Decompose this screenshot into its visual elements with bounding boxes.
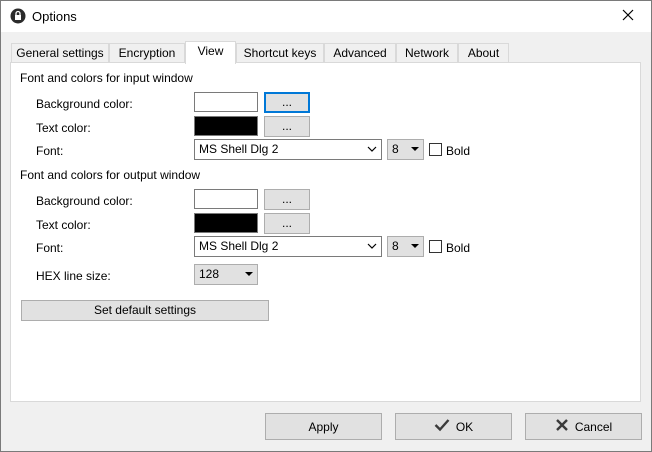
output-bold-checkbox[interactable] bbox=[429, 240, 442, 253]
hex-line-size-value: 128 bbox=[199, 267, 220, 281]
apply-label: Apply bbox=[308, 419, 339, 434]
tab-shortcut-keys[interactable]: Shortcut keys bbox=[236, 43, 324, 62]
output-text-color-swatch bbox=[194, 213, 258, 233]
ok-button[interactable]: OK bbox=[395, 413, 512, 440]
output-background-label: Background color: bbox=[36, 194, 133, 208]
cancel-x-icon bbox=[555, 418, 569, 435]
tab-general-settings[interactable]: General settings bbox=[11, 43, 109, 62]
apply-button[interactable]: Apply bbox=[265, 413, 382, 440]
output-font-select[interactable]: MS Shell Dlg 2 bbox=[194, 236, 382, 257]
input-window-section-title: Font and colors for input window bbox=[20, 71, 193, 85]
cancel-label: Cancel bbox=[574, 419, 613, 434]
input-font-size-select[interactable]: 8 bbox=[387, 139, 424, 160]
input-font-size-value: 8 bbox=[392, 142, 399, 156]
input-text-color-browse-button[interactable]: ... bbox=[264, 116, 310, 137]
lock-app-icon bbox=[10, 8, 26, 24]
output-text-color-label: Text color: bbox=[36, 218, 91, 232]
input-bold-label: Bold bbox=[446, 144, 471, 158]
chevron-down-icon bbox=[367, 140, 377, 166]
tab-advanced[interactable]: Advanced bbox=[324, 43, 396, 62]
window-title: Options bbox=[32, 9, 77, 24]
output-font-label: Font: bbox=[36, 241, 64, 255]
output-font-size-value: 8 bbox=[392, 239, 399, 253]
tab-view[interactable]: View bbox=[185, 41, 236, 64]
output-font-size-select[interactable]: 8 bbox=[387, 236, 424, 257]
ok-label: OK bbox=[455, 419, 474, 434]
triangle-down-icon bbox=[411, 140, 419, 166]
tab-about[interactable]: About bbox=[458, 43, 509, 62]
tab-network[interactable]: Network bbox=[396, 43, 458, 62]
input-bold-checkbox[interactable] bbox=[429, 143, 442, 156]
input-background-browse-button[interactable]: ... bbox=[264, 92, 310, 113]
output-background-browse-button[interactable]: ... bbox=[264, 189, 310, 210]
cancel-button[interactable]: Cancel bbox=[525, 413, 642, 440]
output-background-swatch bbox=[194, 189, 258, 209]
title-bar: Options bbox=[1, 1, 651, 32]
set-default-settings-button[interactable]: Set default settings bbox=[21, 300, 269, 321]
input-font-label: Font: bbox=[36, 144, 64, 158]
output-bold-label: Bold bbox=[446, 241, 471, 255]
chevron-down-icon bbox=[367, 237, 377, 263]
input-text-color-label: Text color: bbox=[36, 121, 91, 135]
options-window: Options General settings Encryption View… bbox=[0, 0, 652, 452]
close-button[interactable] bbox=[605, 1, 651, 32]
view-tab-panel: Font and colors for input window Backgro… bbox=[10, 62, 641, 402]
tab-encryption[interactable]: Encryption bbox=[109, 43, 185, 62]
output-text-color-browse-button[interactable]: ... bbox=[264, 213, 310, 234]
checkmark-icon bbox=[434, 418, 450, 435]
output-window-section-title: Font and colors for output window bbox=[20, 168, 201, 182]
input-font-value: MS Shell Dlg 2 bbox=[199, 142, 279, 156]
close-icon bbox=[622, 9, 634, 24]
output-font-value: MS Shell Dlg 2 bbox=[199, 239, 279, 253]
hex-line-size-label: HEX line size: bbox=[36, 269, 111, 283]
input-background-swatch bbox=[194, 92, 258, 112]
input-background-label: Background color: bbox=[36, 97, 133, 111]
input-font-select[interactable]: MS Shell Dlg 2 bbox=[194, 139, 382, 160]
triangle-down-icon bbox=[245, 265, 253, 291]
input-text-color-swatch bbox=[194, 116, 258, 136]
triangle-down-icon bbox=[411, 237, 419, 263]
hex-line-size-select[interactable]: 128 bbox=[194, 264, 258, 285]
